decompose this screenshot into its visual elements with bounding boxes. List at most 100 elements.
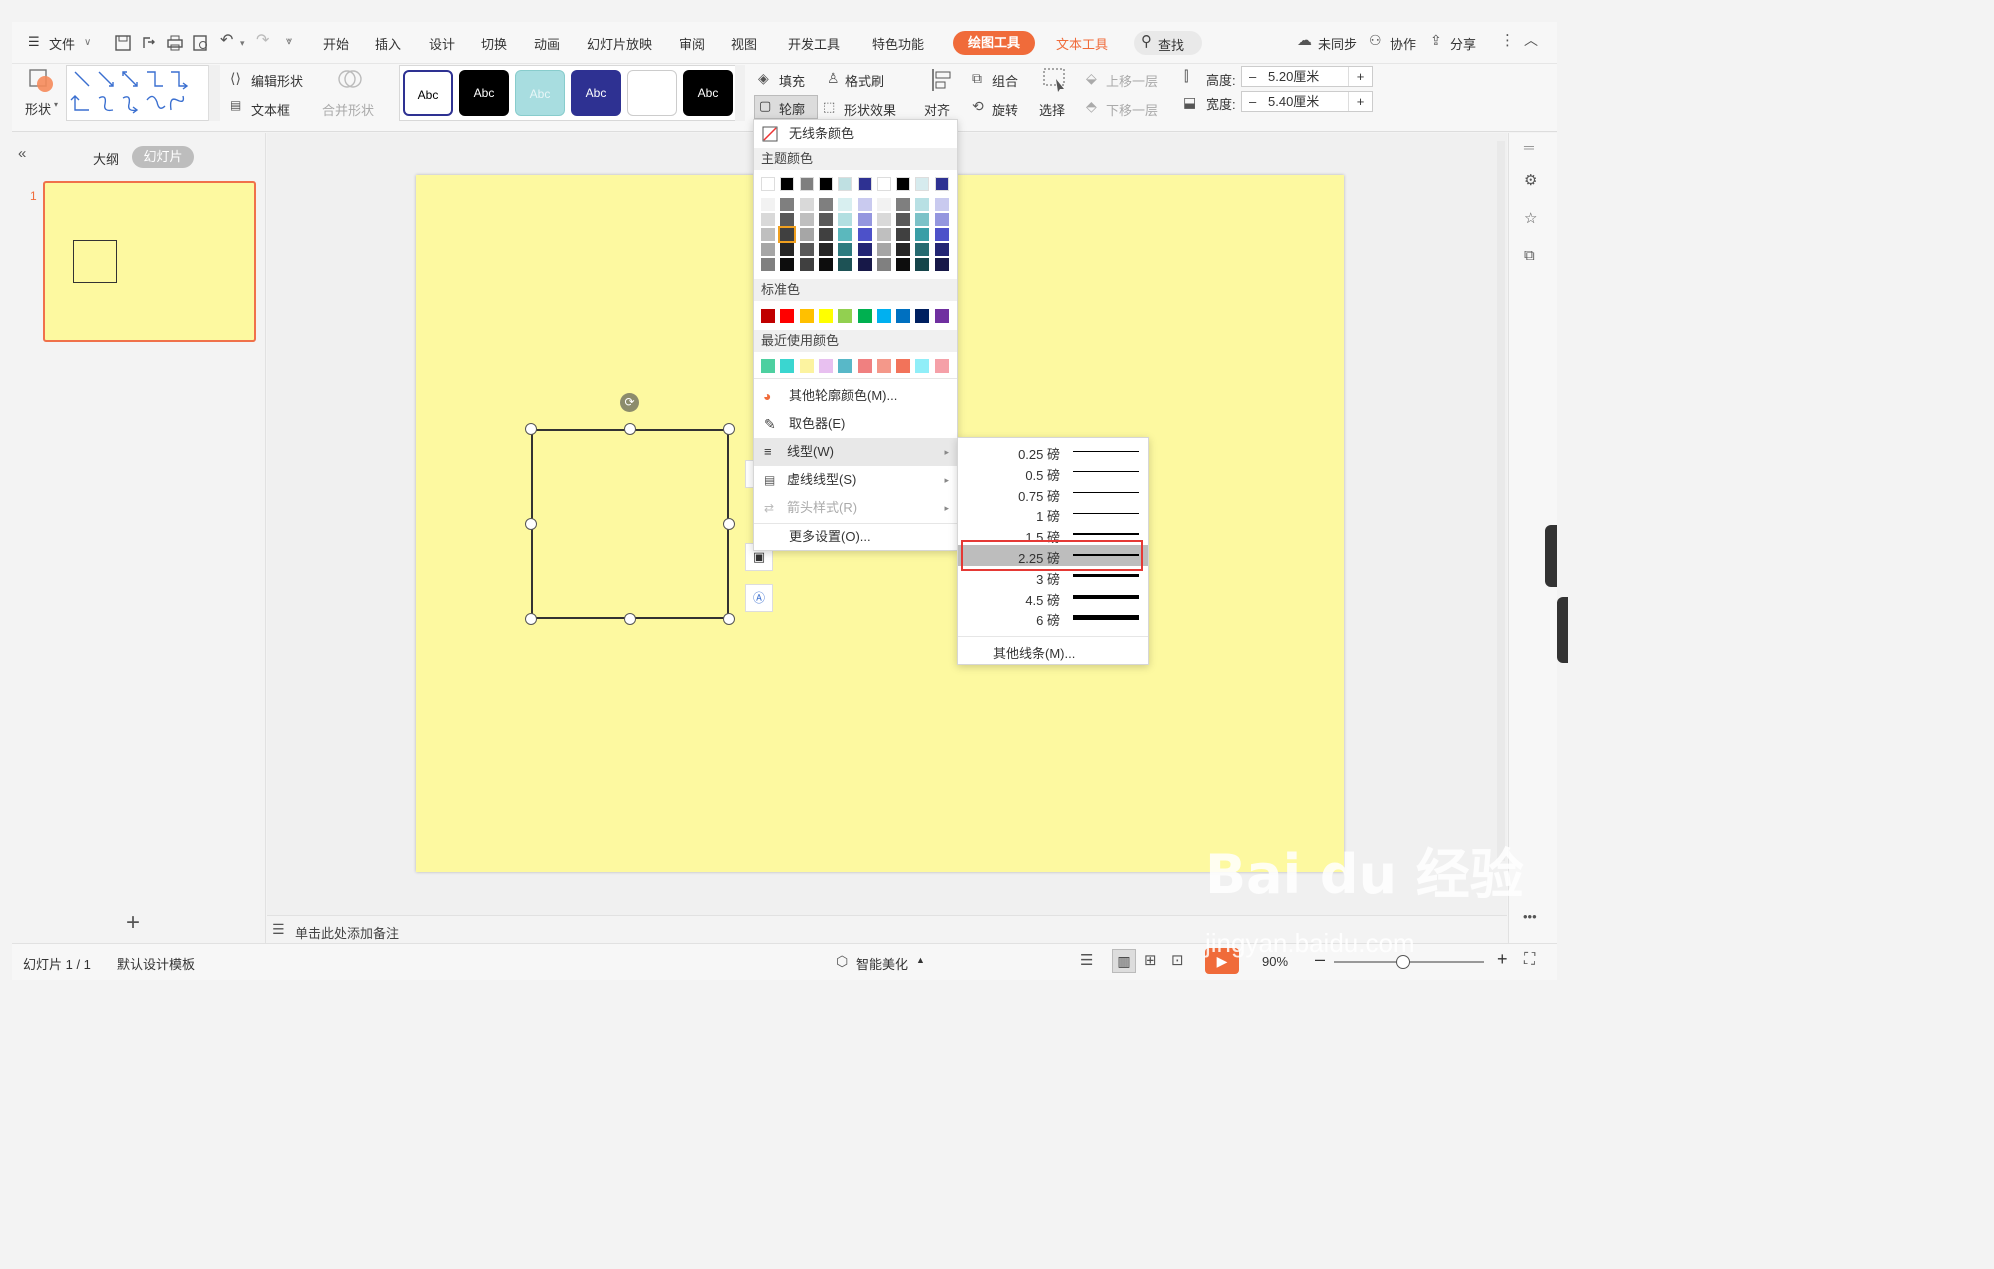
sync-status[interactable]: 未同步: [1318, 34, 1357, 53]
theme-shade-swatch[interactable]: [818, 228, 833, 241]
more-icon[interactable]: •••: [1523, 909, 1537, 924]
theme-shade-swatch[interactable]: [876, 243, 891, 256]
chevron-down-icon[interactable]: ∨: [84, 37, 91, 48]
arrow-style-item[interactable]: ⇄ 箭头样式(R) ▸: [754, 494, 957, 522]
more-settings-item[interactable]: 更多设置(O)...: [754, 523, 957, 551]
resize-handle-top-right[interactable]: [723, 423, 735, 435]
reading-view-icon[interactable]: ⊡: [1171, 951, 1184, 969]
theme-shade-swatch[interactable]: [896, 198, 911, 211]
properties-icon[interactable]: ⚙: [1524, 171, 1537, 189]
theme-shade-swatch[interactable]: [799, 243, 814, 256]
theme-shade-swatch[interactable]: [934, 228, 949, 241]
resize-handle-top-left[interactable]: [525, 423, 537, 435]
theme-shade-swatch[interactable]: [818, 198, 833, 211]
group-button[interactable]: 组合: [992, 71, 1018, 90]
hamburger-menu-icon[interactable]: ☰: [28, 34, 40, 50]
theme-shade-swatch[interactable]: [876, 228, 891, 241]
export-icon[interactable]: [140, 34, 158, 52]
resize-handle-left[interactable]: [525, 518, 537, 530]
line-style-item[interactable]: ≡ 线型(W) ▸: [754, 438, 957, 466]
side-panel-tab-2[interactable]: [1557, 597, 1568, 663]
tab-special-features[interactable]: 特色功能: [872, 34, 924, 53]
selected-rectangle-shape[interactable]: [531, 429, 729, 619]
tab-text-tools[interactable]: 文本工具: [1056, 34, 1108, 53]
theme-shade-swatch[interactable]: [857, 213, 872, 226]
outline-button[interactable]: ▢ 轮廓: [754, 95, 818, 119]
standard-color-swatch[interactable]: [818, 309, 833, 323]
side-panel-tab[interactable]: [1545, 525, 1557, 587]
tab-slideshow[interactable]: 幻灯片放映: [587, 34, 652, 53]
shape-gallery-scrollbar[interactable]: [208, 65, 220, 121]
slide-sorter-icon[interactable]: ⊞: [1144, 951, 1157, 969]
slide-thumbnail-1[interactable]: [43, 181, 256, 342]
recent-color-swatch[interactable]: [915, 359, 930, 373]
resize-handle-right[interactable]: [723, 518, 735, 530]
theme-shade-swatch[interactable]: [778, 226, 797, 243]
theme-shade-swatch[interactable]: [915, 228, 930, 241]
tab-home[interactable]: 开始: [323, 34, 349, 53]
theme-color-swatch[interactable]: [818, 177, 833, 191]
collaborate-button[interactable]: 协作: [1390, 34, 1416, 53]
theme-shade-swatch[interactable]: [934, 198, 949, 211]
resize-handle-top[interactable]: [624, 423, 636, 435]
beautify-dropdown-icon[interactable]: ▲: [916, 955, 925, 965]
search-box[interactable]: ⚲ 查找: [1134, 31, 1202, 55]
standard-color-swatch[interactable]: [761, 309, 775, 323]
theme-shade-swatch[interactable]: [761, 258, 775, 271]
theme-shade-swatch[interactable]: [780, 213, 795, 226]
theme-shade-swatch[interactable]: [799, 213, 814, 226]
customize-toolbar-icon[interactable]: ⩔: [286, 35, 292, 48]
tab-slides[interactable]: 幻灯片: [132, 146, 194, 168]
print-icon[interactable]: [166, 34, 184, 52]
style-sample-4[interactable]: Abc: [571, 70, 621, 116]
redo-icon[interactable]: ↷: [256, 30, 269, 50]
theme-shade-swatch[interactable]: [915, 258, 930, 271]
theme-shade-swatch[interactable]: [876, 258, 891, 271]
float-textbox-icon[interactable]: Ⓐ: [745, 584, 773, 612]
fit-window-icon[interactable]: ⛶: [1524, 951, 1535, 969]
theme-shade-swatch[interactable]: [896, 213, 911, 226]
height-decrease-button[interactable]: –: [1249, 67, 1256, 86]
more-lines-item[interactable]: 其他线条(M)...: [993, 643, 1075, 662]
height-stepper[interactable]: – 5.20厘米 +: [1241, 66, 1373, 87]
theme-color-swatch[interactable]: [876, 177, 891, 191]
sidebar-menu-icon[interactable]: ═: [1524, 139, 1534, 155]
theme-shade-swatch[interactable]: [780, 198, 795, 211]
theme-color-swatch[interactable]: [934, 177, 949, 191]
theme-shade-swatch[interactable]: [934, 243, 949, 256]
template-name[interactable]: 默认设计模板: [117, 954, 195, 973]
theme-color-swatch[interactable]: [799, 177, 814, 191]
line-weight-option[interactable]: 0.75 磅: [958, 483, 1148, 504]
recent-color-swatch[interactable]: [838, 359, 853, 373]
transform-icon[interactable]: ⧉: [1524, 247, 1535, 264]
style-sample-3[interactable]: Abc: [515, 70, 565, 116]
recent-color-swatch[interactable]: [896, 359, 911, 373]
theme-color-swatch[interactable]: [915, 177, 930, 191]
standard-color-swatch[interactable]: [876, 309, 891, 323]
shape-button[interactable]: 形状: [25, 99, 51, 118]
tab-view[interactable]: 视图: [731, 34, 757, 53]
star-icon[interactable]: ☆: [1524, 209, 1537, 227]
merge-shape-button[interactable]: 合并形状: [322, 100, 374, 119]
style-sample-6[interactable]: Abc: [683, 70, 733, 116]
line-weight-option[interactable]: 6 磅: [958, 607, 1148, 628]
recent-color-swatch[interactable]: [876, 359, 891, 373]
line-weight-option[interactable]: 1 磅: [958, 503, 1148, 524]
save-icon[interactable]: [114, 34, 132, 52]
undo-dropdown-icon[interactable]: ▾: [240, 38, 245, 49]
bring-forward-button[interactable]: 上移一层: [1106, 71, 1158, 90]
standard-color-swatch[interactable]: [934, 309, 949, 323]
standard-color-swatch[interactable]: [896, 309, 911, 323]
style-gallery-scrollbar[interactable]: [735, 65, 745, 121]
undo-icon[interactable]: ↶: [220, 30, 233, 50]
theme-shade-swatch[interactable]: [934, 258, 949, 271]
tab-design[interactable]: 设计: [429, 34, 455, 53]
smart-beautify-button[interactable]: 智能美化: [856, 954, 908, 973]
theme-shade-swatch[interactable]: [799, 258, 814, 271]
file-menu[interactable]: 文件: [49, 34, 75, 53]
theme-shade-swatch[interactable]: [896, 228, 911, 241]
theme-shade-swatch[interactable]: [799, 198, 814, 211]
shape-icon[interactable]: [28, 68, 56, 94]
no-line-color-item[interactable]: 无线条颜色: [754, 120, 957, 148]
theme-shade-swatch[interactable]: [876, 213, 891, 226]
